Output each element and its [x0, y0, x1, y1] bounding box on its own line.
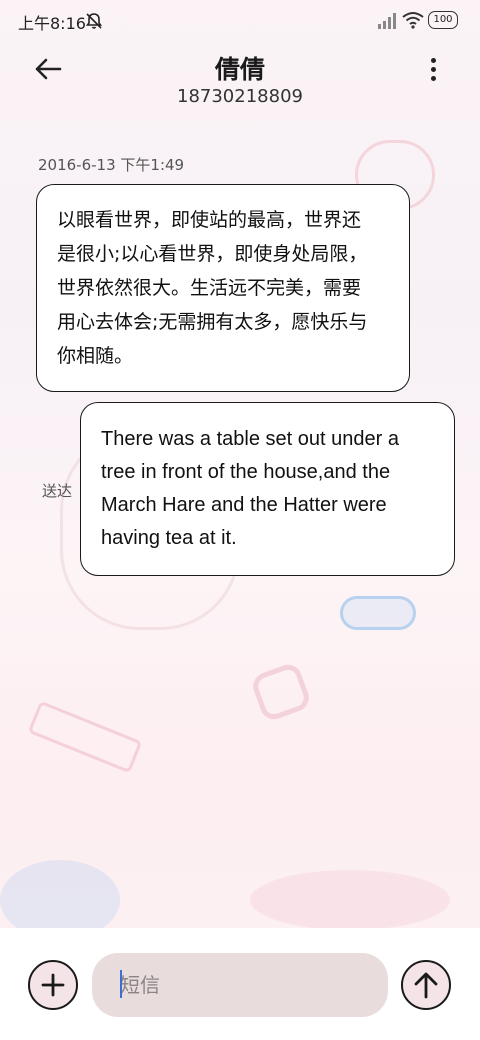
- plus-icon: [41, 973, 65, 997]
- status-bar: 上午8:16 100: [0, 0, 480, 42]
- more-vertical-icon: [430, 66, 436, 72]
- message-line: tree in front of the house,and the: [101, 461, 391, 483]
- battery-icon: 100: [428, 11, 458, 29]
- arrow-up-icon: [414, 972, 438, 999]
- text-cursor: [120, 970, 122, 998]
- message-line: 用心去体会;无需拥有太多，愿快乐与: [57, 311, 368, 333]
- background-decoration: [250, 870, 450, 930]
- add-attachment-button[interactable]: [28, 960, 78, 1010]
- background-decoration: [249, 660, 313, 724]
- more-options-button[interactable]: [418, 54, 448, 84]
- message-line: March Hare and the Hatter were: [101, 494, 387, 516]
- background-decoration: [340, 596, 416, 630]
- message-line: There was a table set out under a: [101, 428, 399, 450]
- more-vertical-icon: [430, 57, 436, 63]
- more-vertical-icon: [430, 75, 436, 81]
- message-line: 世界依然很大。生活远不完美，需要: [57, 277, 362, 299]
- received-message-bubble[interactable]: 以眼看世界，即使站的最高，世界还 是很小;以心看世界，即使身处局限， 世界依然很…: [36, 184, 410, 392]
- delivery-status: 送达: [42, 482, 73, 500]
- sent-message-bubble[interactable]: There was a table set out under a tree i…: [80, 402, 455, 576]
- contact-phone-number: 18730218809: [177, 86, 303, 107]
- wifi-icon: [402, 12, 424, 29]
- message-line: 是很小;以心看世界，即使身处局限，: [57, 243, 368, 265]
- signal-icon: [378, 13, 396, 29]
- message-input[interactable]: [92, 953, 388, 1017]
- send-button[interactable]: [401, 960, 451, 1010]
- contact-name: 倩倩: [214, 55, 265, 84]
- message-line: 你相随。: [57, 345, 134, 367]
- message-line: having tea at it.: [101, 527, 237, 549]
- status-time: 上午8:16: [18, 14, 86, 33]
- background-decoration: [27, 700, 143, 774]
- bell-muted-icon: [85, 13, 103, 29]
- message-line: 以眼看世界，即使站的最高，世界还: [57, 209, 362, 231]
- message-input-container: [92, 953, 388, 1017]
- message-timestamp: 2016-6-13 下午1:49: [38, 156, 185, 174]
